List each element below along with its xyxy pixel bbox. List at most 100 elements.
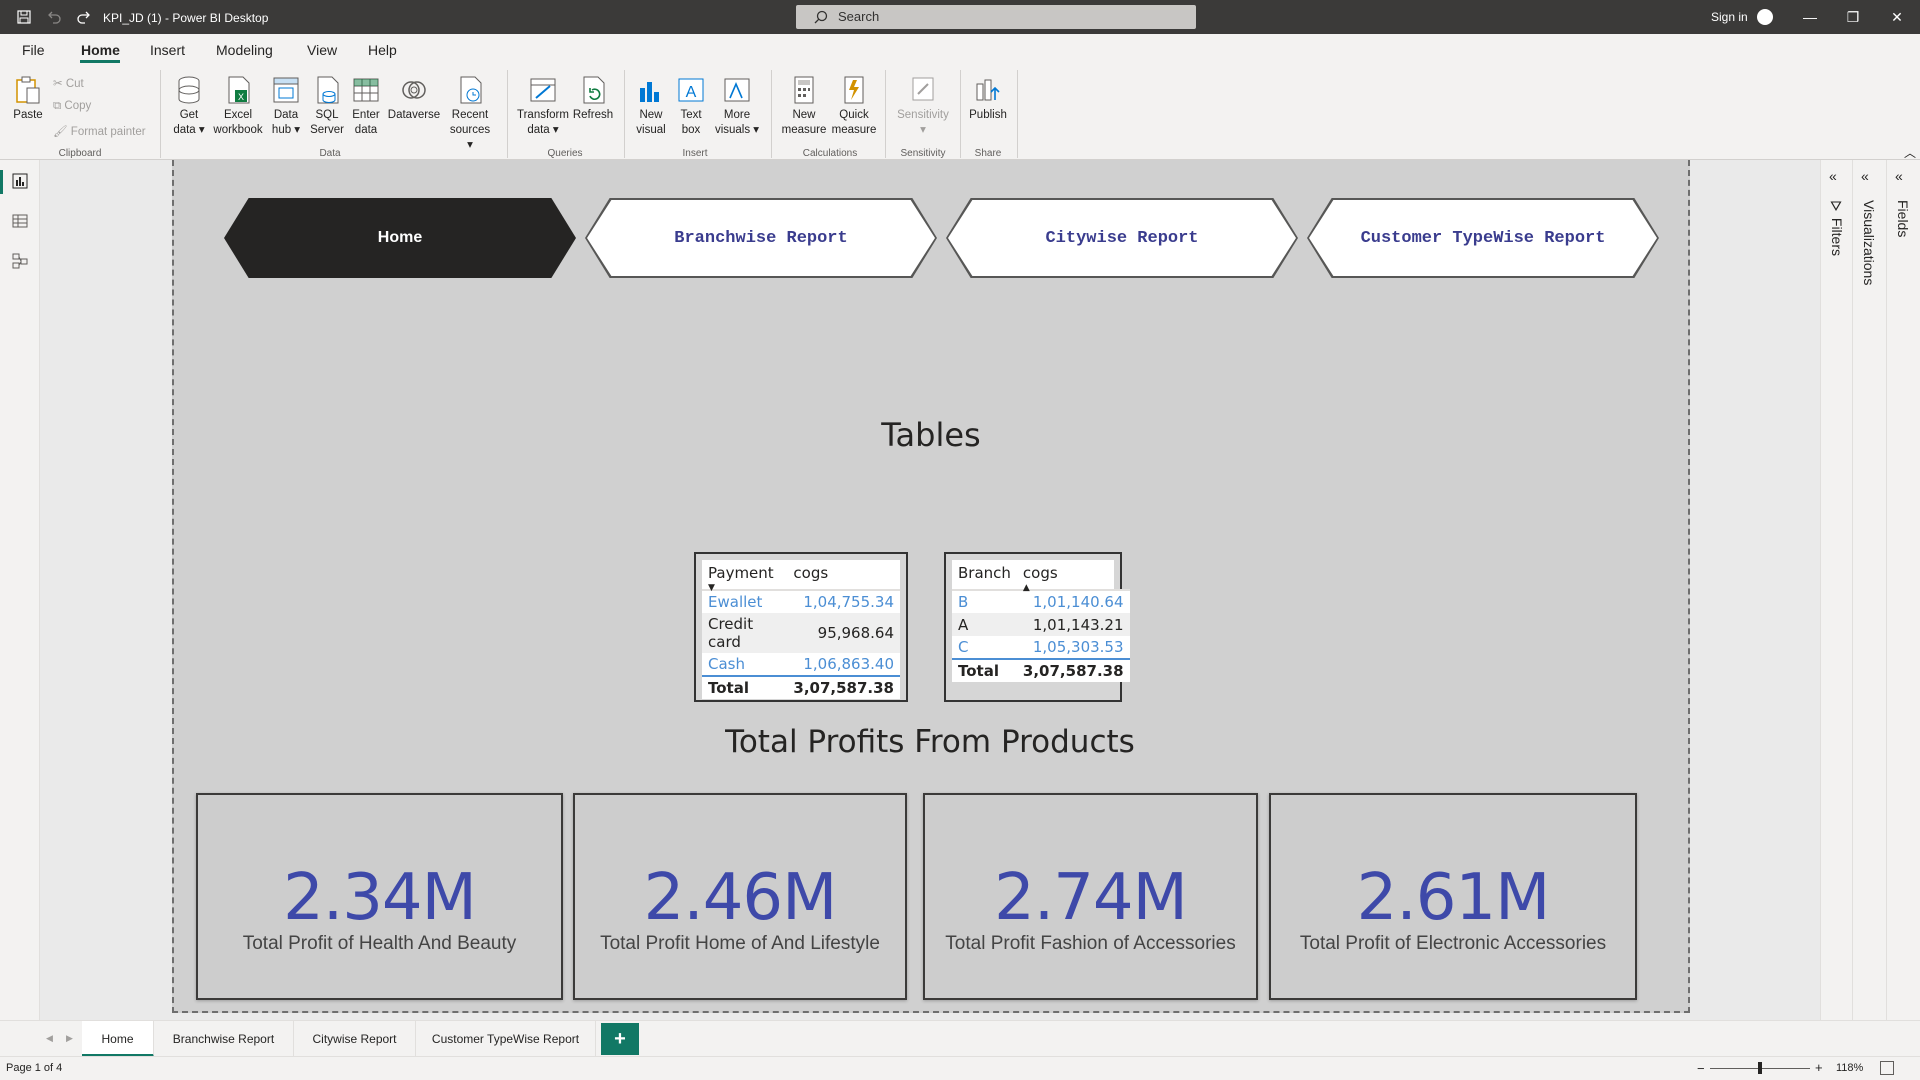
nav-branchwise-button[interactable]: Branchwise Report (585, 198, 937, 278)
table-row[interactable]: B 1,01,140.64 (952, 590, 1130, 613)
expand-filters-icon[interactable]: « (1829, 168, 1837, 184)
minimize-button[interactable]: — (1800, 8, 1820, 26)
payment-header[interactable]: Payment ▼ (702, 560, 788, 593)
report-view-icon[interactable] (11, 172, 29, 190)
menu-view[interactable]: View (307, 42, 337, 58)
table-row[interactable]: C 1,05,303.53 (952, 636, 1130, 660)
window-title: KPI_JD (1) - Power BI Desktop (103, 11, 269, 25)
cogs-header[interactable]: cogs ▲ (1016, 560, 1130, 593)
excel-workbook-button[interactable]: X Excel workbook (210, 74, 266, 138)
dataverse-button[interactable]: Dataverse (386, 74, 442, 123)
zoom-slider-thumb[interactable] (1758, 1062, 1762, 1074)
menu-file[interactable]: File (22, 42, 45, 58)
quick-measure-icon (844, 76, 864, 104)
cut-button[interactable]: ✂ Cut (53, 76, 84, 90)
table-row[interactable]: Ewallet 1,04,755.34 (702, 590, 900, 613)
kpi-card-health-beauty[interactable]: 2.34M Total Profit of Health And Beauty (196, 793, 563, 1000)
zoom-in-icon[interactable]: + (1815, 1060, 1823, 1075)
restore-button[interactable]: ❐ (1843, 8, 1863, 26)
total-row: Total 3,07,587.38 (952, 658, 1130, 682)
menu-home[interactable]: Home (81, 42, 120, 58)
new-visual-button[interactable]: New visual (632, 74, 670, 138)
total-value: 3,07,587.38 (1016, 658, 1130, 682)
kpi-card-home-lifestyle[interactable]: 2.46M Total Profit Home of And Lifestyle (573, 793, 907, 1000)
publish-button[interactable]: Publish (966, 74, 1010, 123)
paste-button[interactable]: Paste (10, 74, 46, 123)
expand-visualizations-icon[interactable]: « (1861, 168, 1869, 184)
table-row[interactable]: A 1,01,143.21 (952, 613, 1130, 636)
nav-customer-button[interactable]: Customer TypeWise Report (1307, 198, 1659, 278)
undo-icon[interactable] (46, 9, 62, 25)
kpi-card-fashion-accessories[interactable]: 2.74M Total Profit Fashion of Accessorie… (923, 793, 1258, 1000)
collapse-ribbon-icon[interactable]: ︿ (1904, 144, 1916, 161)
more-visuals-button[interactable]: More visuals ▾ (712, 74, 762, 138)
tab-home[interactable]: Home (82, 1021, 154, 1057)
format-painter-button[interactable]: 🖌 Format painter (53, 124, 146, 138)
save-icon[interactable] (16, 9, 32, 25)
recent-sources-icon (460, 76, 482, 104)
expand-fields-icon[interactable]: « (1895, 168, 1903, 184)
quick-measure-button[interactable]: Quick measure (830, 74, 878, 138)
table-row[interactable]: Credit card 95,968.64 (702, 613, 900, 653)
copy-button[interactable]: ⧉ Copy (53, 100, 91, 113)
table-view-icon[interactable] (11, 212, 29, 230)
menu-help[interactable]: Help (368, 42, 397, 58)
tab-customer-typewise[interactable]: Customer TypeWise Report (416, 1021, 596, 1057)
redo-icon[interactable] (76, 9, 92, 25)
tab-branchwise[interactable]: Branchwise Report (154, 1021, 294, 1057)
quick-measure-label: Quick measure (831, 109, 877, 136)
group-calculations: Calculations (802, 148, 858, 159)
close-button[interactable]: ✕ (1887, 8, 1907, 26)
payment-table-visual[interactable]: Payment ▼ cogs Ewallet 1,04,755.34 Credit… (694, 552, 908, 702)
tabs-next-icon[interactable]: ▶ (66, 1033, 73, 1044)
database-icon (178, 76, 200, 104)
fields-pane[interactable]: « Fields (1886, 160, 1920, 1020)
publish-icon (976, 79, 1000, 101)
zoom-out-icon[interactable]: − (1697, 1061, 1705, 1076)
avatar[interactable] (1757, 9, 1773, 25)
sensitivity-label: Sensitivity (897, 109, 949, 121)
text-box-icon: A (678, 78, 704, 102)
refresh-button[interactable]: Refresh (572, 74, 614, 123)
add-page-button[interactable]: + (601, 1023, 639, 1055)
get-data-button[interactable]: Get data ▾ (168, 74, 210, 138)
recent-sources-button[interactable]: Recent sources ▾ (448, 74, 492, 153)
total-value: 3,07,587.38 (787, 675, 900, 699)
tabs-prev-icon[interactable]: ◀ (46, 1033, 53, 1044)
sql-server-button[interactable]: SQL Server (308, 74, 346, 138)
cogs-header[interactable]: cogs (787, 560, 900, 591)
nav-home-button[interactable]: Home (224, 198, 576, 278)
menu-insert[interactable]: Insert (150, 42, 185, 58)
sign-in-link[interactable]: Sign in (1711, 10, 1748, 24)
filters-pane[interactable]: « ⛛ Filters (1820, 160, 1852, 1020)
page-tabs: ◀ ▶ Home Branchwise Report Citywise Repo… (0, 1020, 1920, 1057)
nav-citywise-button[interactable]: Citywise Report (946, 198, 1298, 278)
text-box-button[interactable]: A Text box (674, 74, 708, 138)
table-row[interactable]: Cash 1,06,863.40 (702, 653, 900, 677)
row-value: 1,04,755.34 (787, 590, 900, 613)
new-measure-button[interactable]: New measure (780, 74, 828, 138)
row-value: 1,05,303.53 (1016, 636, 1130, 660)
kpi-label: Total Profit of Electronic Accessories (1299, 933, 1607, 954)
excel-icon: X (228, 76, 250, 104)
menu-modeling[interactable]: Modeling (216, 42, 273, 58)
fit-to-page-icon[interactable] (1880, 1061, 1894, 1075)
visualizations-pane[interactable]: « Visualizations (1852, 160, 1886, 1020)
branch-table-visual[interactable]: Branch cogs ▲ B 1,01,140.64 A 1,01,143.21… (944, 552, 1130, 702)
row-label: B (952, 590, 1017, 613)
model-view-icon[interactable] (11, 252, 29, 270)
tab-citywise[interactable]: Citywise Report (294, 1021, 416, 1057)
kpi-card-electronic-accessories[interactable]: 2.61M Total Profit of Electronic Accesso… (1269, 793, 1637, 1000)
total-label: Total (702, 675, 788, 699)
transform-data-button[interactable]: Transform data ▾ (516, 74, 570, 138)
search-box[interactable]: Search (796, 5, 1196, 29)
data-hub-button[interactable]: Data hub ▾ (268, 74, 304, 138)
group-clipboard: Clipboard (58, 148, 102, 159)
view-switcher (0, 160, 40, 1020)
nav-customer-label: Customer TypeWise Report (1309, 200, 1657, 276)
branch-header[interactable]: Branch (952, 560, 1017, 591)
dataverse-label: Dataverse (387, 109, 441, 121)
sensitivity-button[interactable]: Sensitivity ▾ (894, 74, 952, 138)
enter-data-button[interactable]: Enter data (350, 74, 382, 138)
row-value: 1,06,863.40 (787, 653, 900, 677)
